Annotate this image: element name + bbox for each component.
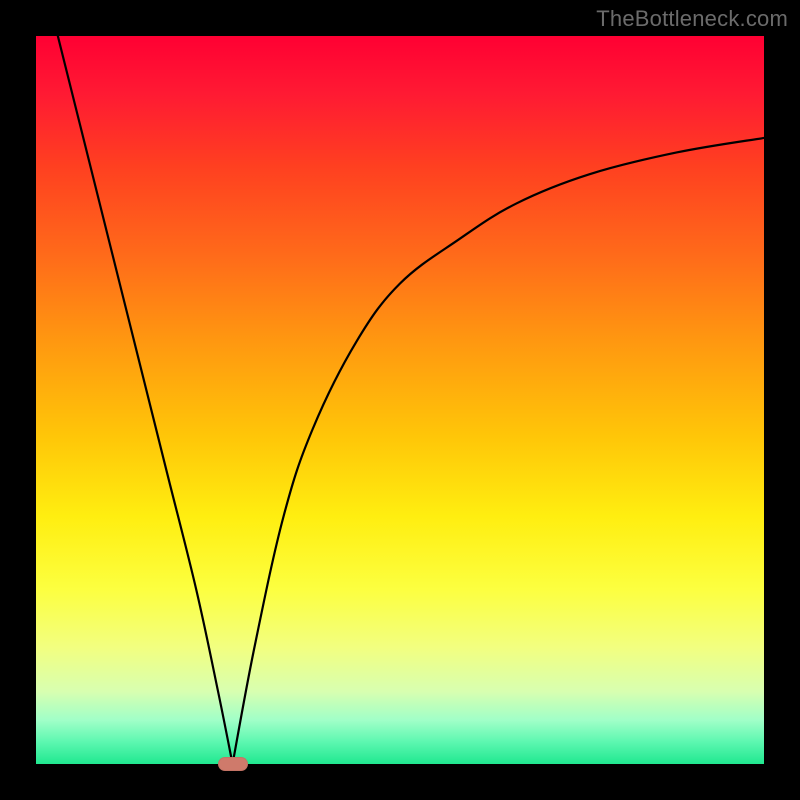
curve-left-branch [58, 36, 233, 764]
bottleneck-curve [36, 36, 764, 764]
watermark-text: TheBottleneck.com [596, 6, 788, 32]
curve-right-branch [233, 138, 764, 764]
chart-frame: TheBottleneck.com [0, 0, 800, 800]
plot-area [36, 36, 764, 764]
minimum-marker [218, 757, 248, 771]
